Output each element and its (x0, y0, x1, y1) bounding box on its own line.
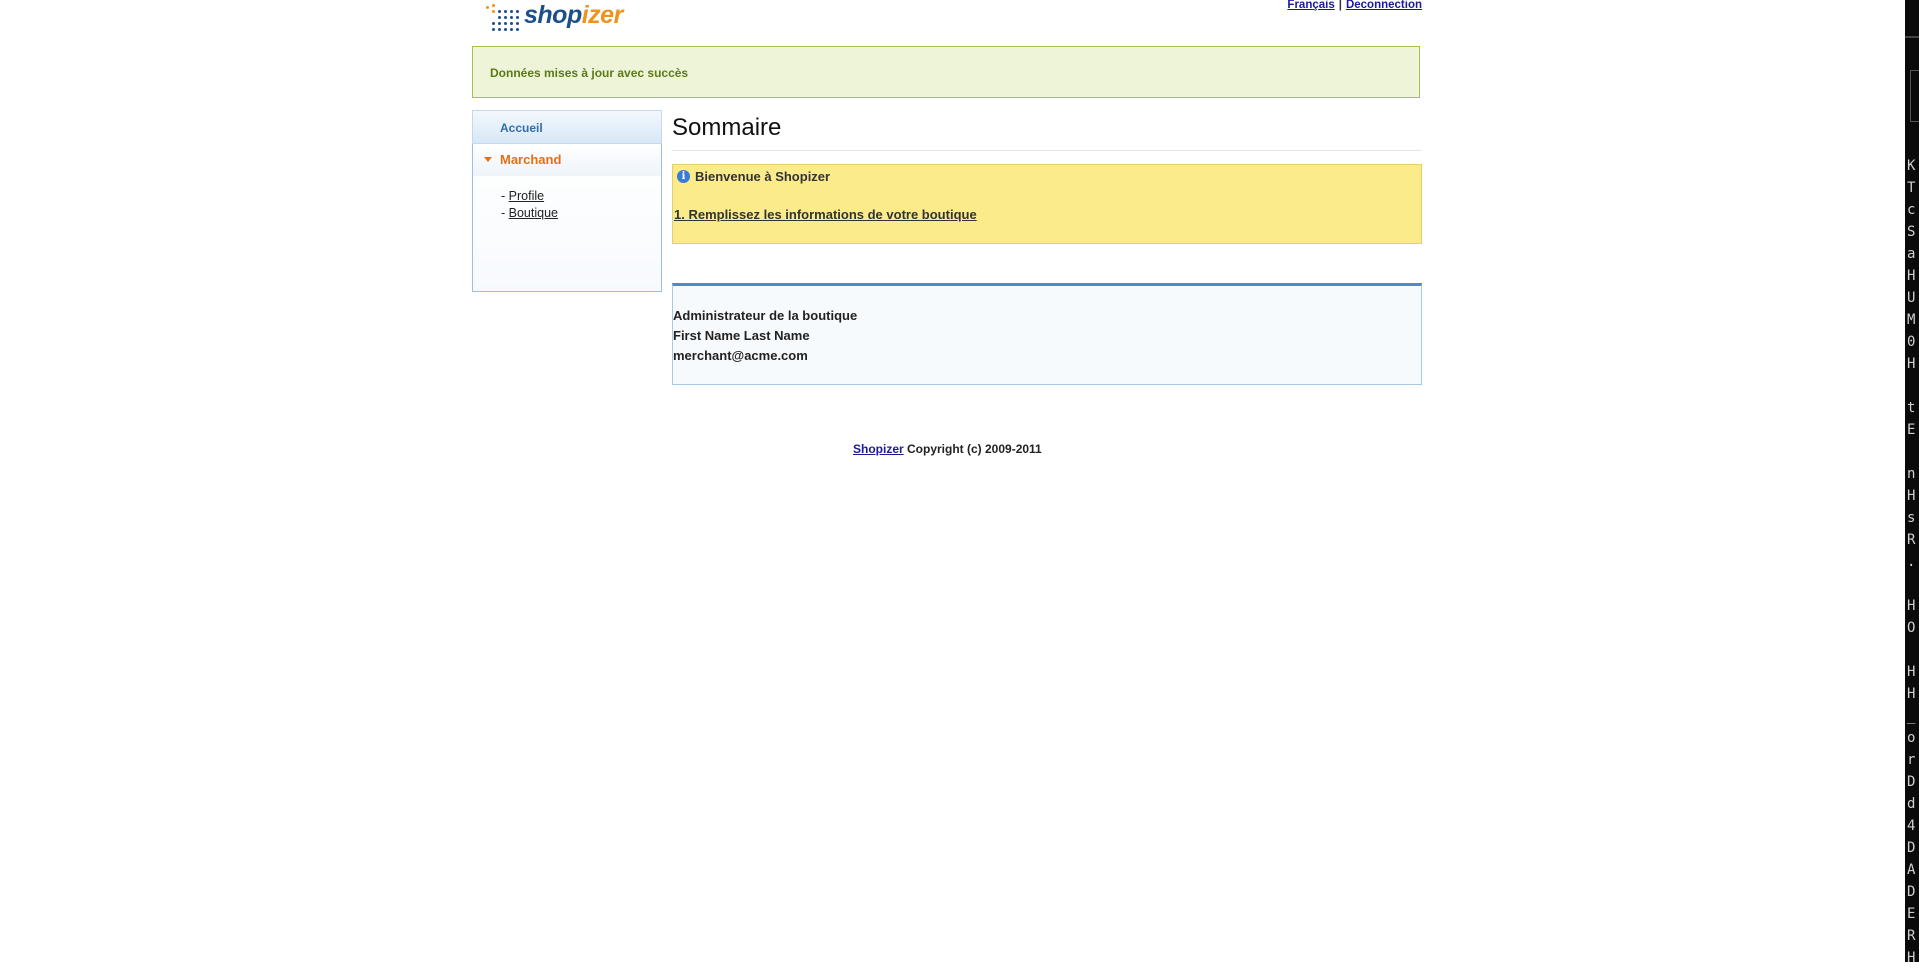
terminal-input-box (1910, 70, 1919, 122)
logo-dot (492, 4, 495, 7)
terminal-char: 4 (1907, 818, 1916, 834)
footer-shopizer-link[interactable]: Shopizer (853, 442, 904, 456)
logo-dot (510, 16, 513, 19)
terminal-char: U (1907, 290, 1916, 306)
terminal-char: S (1907, 224, 1916, 240)
logo-dot (492, 28, 495, 31)
bullet-dash: - (501, 189, 509, 203)
logo-dot (504, 28, 507, 31)
logo-dot (516, 10, 519, 13)
terminal-char (1907, 375, 1919, 397)
caret-down-icon (484, 157, 492, 163)
logo-dot (516, 22, 519, 25)
footer-copyright: Copyright (c) 2009-2011 (903, 442, 1042, 456)
terminal-char: O (1907, 620, 1916, 636)
title-divider (672, 150, 1422, 151)
logo-wordmark: shopizer (524, 0, 623, 29)
terminal-char: D (1907, 840, 1916, 856)
terminal-char: H (1907, 686, 1916, 702)
page-title: Sommaire (672, 114, 782, 141)
terminal-char: r (1907, 752, 1916, 768)
terminal-char: t (1907, 400, 1916, 416)
terminal-char: H (1907, 664, 1916, 680)
terminal-char: H (1907, 268, 1916, 284)
logo-dots-icon (484, 2, 519, 32)
logo-dot (510, 22, 513, 25)
logo-dot (504, 16, 507, 19)
terminal-char: K (1907, 158, 1916, 174)
terminal-char: R (1907, 532, 1916, 548)
sidebar-section-merchant: Marchand - Profile - Boutique (472, 144, 662, 292)
terminal-char: _ (1907, 708, 1916, 724)
terminal-char: c (1907, 202, 1916, 218)
admin-heading: Administrateur de la boutique (673, 308, 858, 323)
terminal-char: R (1907, 928, 1916, 944)
admin-email: merchant@acme.com (673, 348, 808, 363)
fill-store-info-link[interactable]: 1. Remplissez les informations de votre … (674, 207, 1421, 222)
sidebar-subitem-boutique: - Boutique (501, 205, 661, 222)
terminal-window-edge: K Tc Sa H U M 0 Ht En Hs R. H O H H _ o r Dd 4 D A D E R H (1905, 0, 1919, 966)
terminal-char (1907, 639, 1919, 661)
logo-dot (516, 16, 519, 19)
terminal-char: H (1907, 356, 1916, 372)
logout-link[interactable]: Deconnection (1346, 0, 1422, 11)
terminal-char: d (1907, 796, 1916, 812)
admin-name: First Name Last Name (673, 328, 810, 343)
sidebar-item-home[interactable]: Accueil (472, 110, 662, 144)
terminal-char: o (1907, 730, 1916, 746)
terminal-char: s (1907, 510, 1916, 526)
link-separator: | (1338, 0, 1342, 11)
logo-dot (504, 22, 507, 25)
notice-header: i Bienvenue à Shopizer (674, 167, 1421, 185)
logo-dot (510, 28, 513, 31)
store-admin-box: Administrateur de la boutique First Name… (672, 283, 1422, 385)
sidebar-item-merchant[interactable]: Marchand (473, 144, 661, 176)
main-content: Sommaire i Bienvenue à Shopizer 1. Rempl… (672, 110, 1422, 385)
terminal-char: D (1907, 774, 1916, 790)
terminal-char: a (1907, 246, 1916, 262)
profile-link[interactable]: Profile (509, 189, 544, 203)
sidebar-sublinks: - Profile - Boutique (473, 176, 661, 222)
sidebar: Accueil Marchand - Profile - Boutique (472, 110, 662, 292)
terminal-tabbar (1905, 36, 1919, 38)
sidebar-subitem-profile: - Profile (501, 188, 661, 205)
info-icon: i (677, 169, 690, 183)
bullet-dash: - (501, 206, 509, 220)
logo-dot (498, 16, 501, 19)
terminal-char: T (1907, 180, 1916, 196)
terminal-char: A (1907, 862, 1916, 878)
logo-dot (492, 10, 495, 13)
language-link[interactable]: Français (1287, 0, 1334, 11)
terminal-char: 0 (1907, 334, 1916, 350)
boutique-link[interactable]: Boutique (509, 206, 558, 220)
logo-dot (498, 22, 501, 25)
logo-dot (498, 28, 501, 31)
welcome-notice: i Bienvenue à Shopizer 1. Remplissez les… (672, 164, 1422, 244)
top-links: Français | Deconnection (1287, 0, 1422, 11)
logo-dot (486, 6, 489, 9)
terminal-char: H (1907, 488, 1916, 504)
terminal-char: E (1907, 906, 1916, 922)
terminal-char (1907, 441, 1919, 463)
terminal-char: H (1907, 950, 1916, 966)
terminal-char: n (1907, 466, 1916, 482)
logo-dot (516, 28, 519, 31)
sidebar-item-merchant-label: Marchand (500, 152, 562, 167)
terminal-char: . (1907, 554, 1916, 570)
success-message: Données mises à jour avec succès (472, 46, 1420, 98)
logo-dot (504, 10, 507, 13)
terminal-char: E (1907, 422, 1916, 438)
logo-dot (498, 10, 501, 13)
terminal-char: H (1907, 598, 1916, 614)
terminal-char: M (1907, 312, 1916, 328)
logo-dot (492, 22, 495, 25)
terminal-char (1907, 573, 1919, 595)
logo-dot (510, 10, 513, 13)
notice-heading: Bienvenue à Shopizer (695, 168, 831, 184)
shopizer-logo[interactable]: shopizer (484, 0, 623, 34)
terminal-char: D (1907, 884, 1916, 900)
